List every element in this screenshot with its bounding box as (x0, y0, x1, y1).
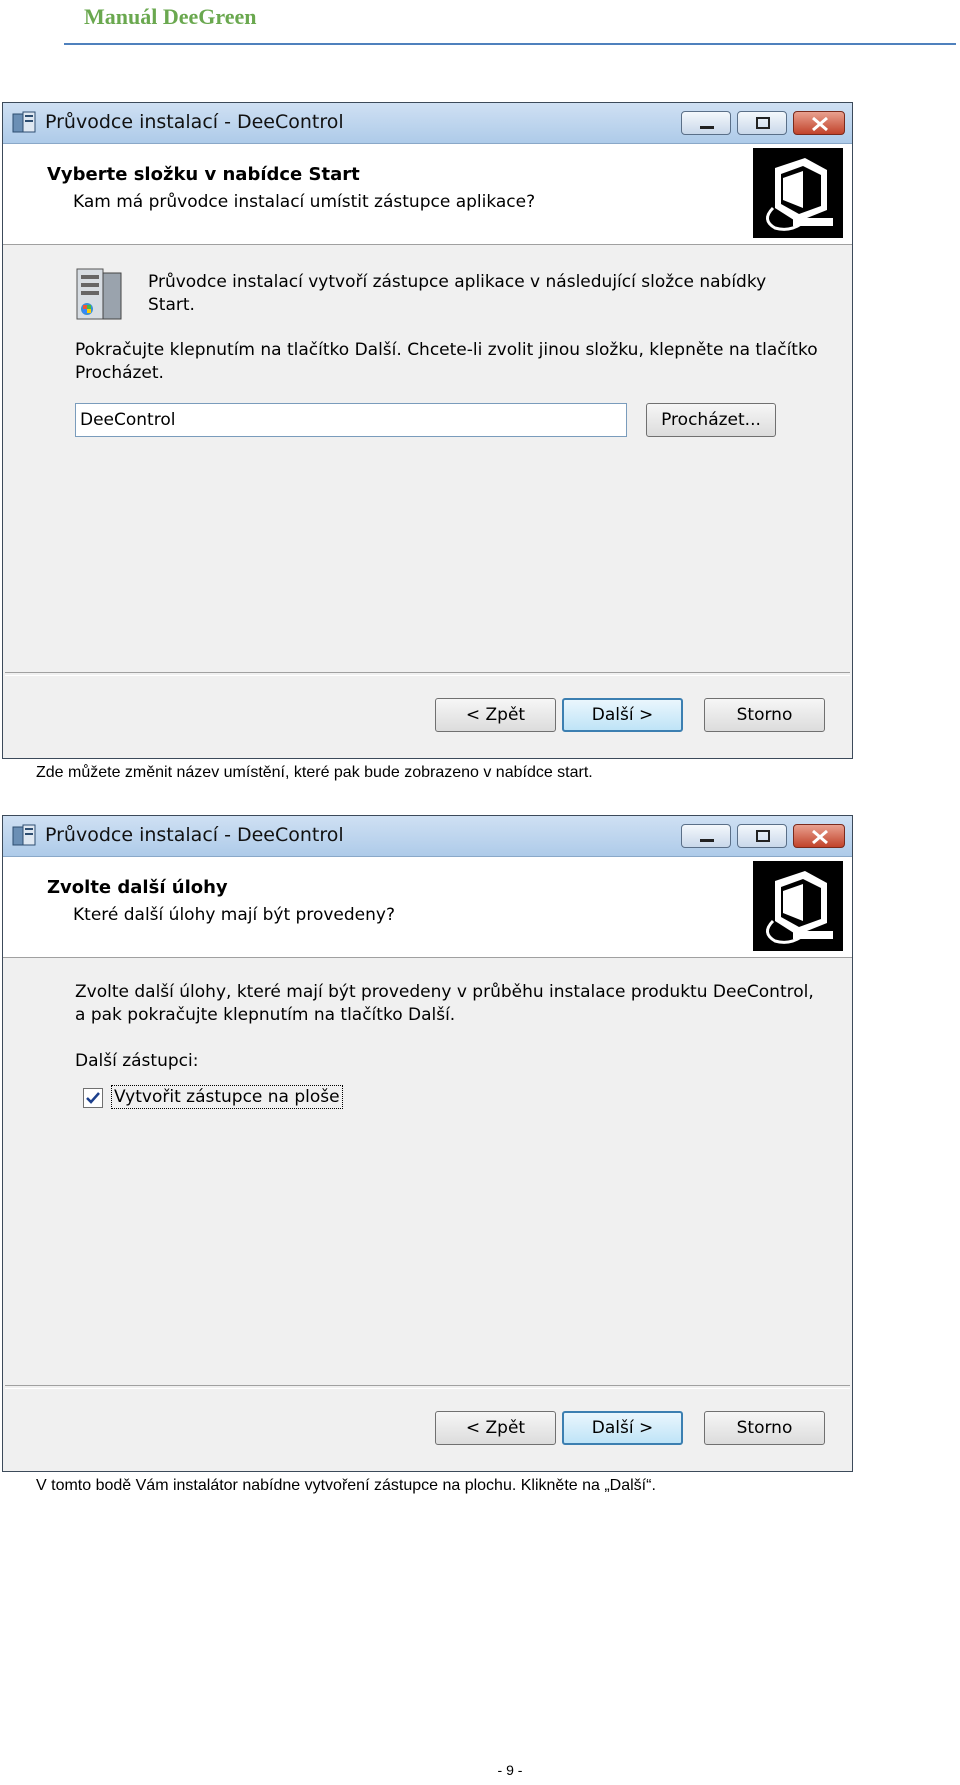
title-bar[interactable]: Průvodce instalací - DeeControl (3, 103, 852, 144)
back-button[interactable]: < Zpět (435, 1411, 556, 1445)
setup-icon (12, 111, 36, 133)
caption-desktop-shortcut: V tomto bodě Vám instalátor nabídne vytv… (36, 1477, 656, 1494)
maximize-button[interactable] (737, 111, 787, 135)
header-rule (64, 43, 956, 45)
wizard-computer-icon (753, 861, 843, 951)
button-area-separator (5, 672, 850, 676)
info-text-line1: Zvolte další úlohy, které mají být prove… (75, 982, 814, 1002)
close-icon (812, 116, 828, 132)
wizard-page-subtitle: Které další úlohy mají být provedeny? (73, 905, 395, 925)
minimize-button[interactable] (681, 111, 731, 135)
title-bar[interactable]: Průvodce instalací - DeeControl (3, 816, 852, 857)
instruction-text-line1: Pokračujte klepnutím na tlačítko Další. … (75, 340, 818, 360)
wizard-page-subtitle: Kam má průvodce instalací umístit zástup… (73, 192, 536, 212)
close-icon (812, 829, 828, 845)
wizard-page-title: Zvolte další úlohy (47, 877, 228, 898)
desktop-shortcut-checkbox[interactable] (83, 1088, 103, 1108)
wizard-header-panel: Zvolte další úlohy Které další úlohy maj… (3, 857, 852, 958)
cancel-button[interactable]: Storno (704, 698, 825, 732)
checkmark-icon (86, 1092, 100, 1104)
start-menu-folder-icon (76, 268, 122, 320)
info-text-line1: Průvodce instalací vytvoří zástupce apli… (148, 272, 767, 292)
next-button[interactable]: Další > (562, 1411, 683, 1445)
desktop-shortcut-label[interactable]: Vytvořit zástupce na ploše (111, 1085, 343, 1109)
shortcuts-group-label: Další zástupci: (75, 1051, 199, 1071)
minimize-button[interactable] (681, 824, 731, 848)
cancel-button[interactable]: Storno (704, 1411, 825, 1445)
maximize-button[interactable] (737, 824, 787, 848)
caption-start-menu: Zde můžete změnit název umístění, které … (36, 764, 593, 781)
installer-dialog-start-menu: Průvodce instalací - DeeControl Vyberte … (2, 102, 853, 759)
minimize-icon (700, 839, 714, 842)
wizard-page-title: Vyberte složku v nabídce Start (47, 164, 360, 185)
info-text-line2: a pak pokračujte klepnutím na tlačítko D… (75, 1005, 456, 1025)
button-area-separator (5, 1385, 850, 1389)
document-header: Manuál DeeGreen (84, 4, 257, 29)
next-button[interactable]: Další > (562, 698, 683, 732)
close-button[interactable] (793, 824, 845, 848)
setup-icon (12, 824, 36, 846)
info-text-line2: Start. (148, 295, 195, 315)
maximize-icon (756, 117, 770, 129)
minimize-icon (700, 126, 714, 129)
start-menu-folder-input[interactable]: DeeControl (75, 403, 627, 437)
installer-dialog-additional-tasks: Průvodce instalací - DeeControl Zvolte d… (2, 815, 853, 1472)
instruction-text-line2: Procházet. (75, 363, 164, 383)
close-button[interactable] (793, 111, 845, 135)
back-button[interactable]: < Zpět (435, 698, 556, 732)
page-number: - 9 - (497, 1762, 523, 1778)
browse-button[interactable]: Procházet... (646, 403, 776, 437)
wizard-computer-icon (753, 148, 843, 238)
wizard-header-panel: Vyberte složku v nabídce Start Kam má pr… (3, 144, 852, 245)
window-title: Průvodce instalací - DeeControl (45, 824, 344, 846)
maximize-icon (756, 830, 770, 842)
window-title: Průvodce instalací - DeeControl (45, 111, 344, 133)
